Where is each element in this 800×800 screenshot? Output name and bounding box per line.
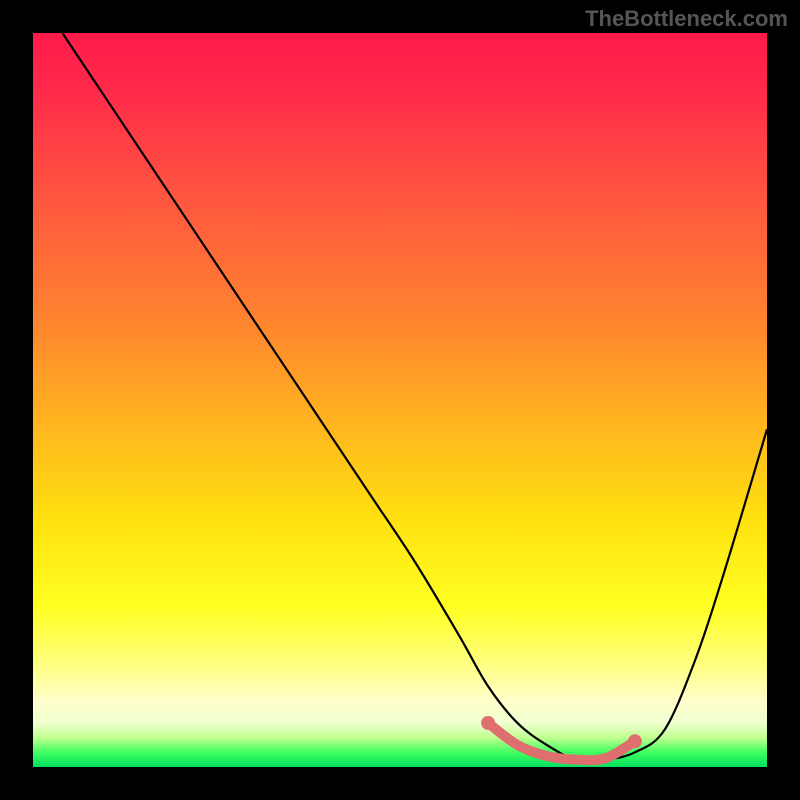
bottleneck-curve	[62, 33, 767, 761]
watermark-text: TheBottleneck.com	[585, 6, 788, 32]
optimal-range-marker	[481, 716, 642, 760]
chart-svg	[33, 33, 767, 767]
plot-area	[33, 33, 767, 767]
